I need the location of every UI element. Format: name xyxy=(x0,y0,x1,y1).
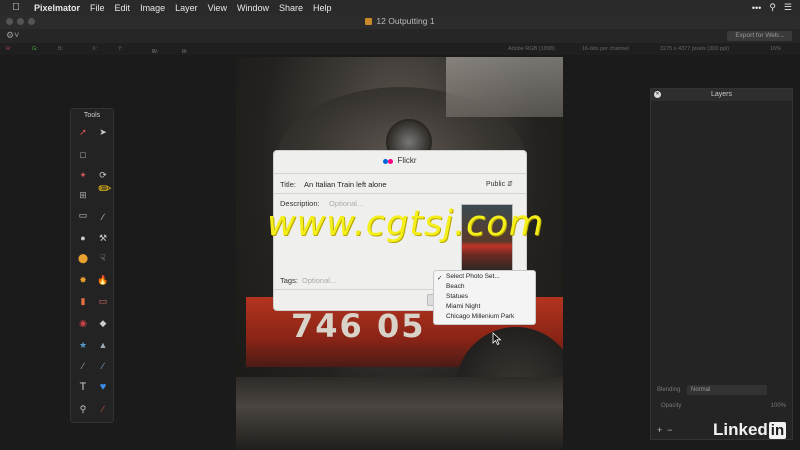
menu-window[interactable]: Window xyxy=(237,3,269,13)
remove-layer-icon[interactable]: − xyxy=(667,425,672,435)
photoset-option[interactable]: Select Photo Set... xyxy=(446,272,500,282)
triangle-tool-icon[interactable]: ▲ xyxy=(97,339,109,351)
toolbar: ⚙˅ Export for Web... xyxy=(0,29,800,43)
eyedropper-tool-icon[interactable]: ∕ xyxy=(97,403,109,415)
menu-app[interactable]: Pixelmator xyxy=(34,3,80,13)
sponge-tool-icon[interactable]: ⬤ xyxy=(77,252,89,264)
dialog-title: Flickr xyxy=(397,156,417,165)
checkmark-icon: ✓ xyxy=(437,275,443,282)
rect-select-tool-icon[interactable]: □ xyxy=(77,149,89,161)
roof-window xyxy=(446,57,563,117)
image-dimensions: 3275 x 4377 pixels (300 ppi) xyxy=(660,46,730,52)
layers-header: ✕ Layers xyxy=(651,89,792,101)
linkedin-logo: Linked in xyxy=(713,420,787,439)
bit-depth: 16-bits per channel xyxy=(582,46,629,52)
watermark-text: www.cgtsj.com xyxy=(267,204,544,244)
document-title: 12 Outputting 1 xyxy=(0,16,800,26)
opacity-label: Opacity xyxy=(661,403,682,409)
divider xyxy=(274,173,526,174)
more-icon[interactable]: ••• xyxy=(752,3,761,13)
add-layer-icon[interactable]: + xyxy=(657,425,662,435)
photoset-option[interactable]: Statues xyxy=(446,292,468,302)
layers-title: Layers xyxy=(710,91,732,98)
shape-heart-tool-icon[interactable]: ♥ xyxy=(97,381,109,393)
blending-select[interactable]: Normal xyxy=(687,385,767,395)
menu-file[interactable]: File xyxy=(90,3,105,13)
apple-icon[interactable]:  xyxy=(10,2,22,13)
document-icon xyxy=(365,18,373,25)
tags-input[interactable]: Optional... xyxy=(302,276,336,285)
tools-palette: Tools ➚ ➤ □ ✦ ⟳ ⊞ ✏ ▭ ∕ ● ⚒ ⬤ ☟ ✸ 🔥 ▮ ▭ … xyxy=(70,108,114,423)
menu-help[interactable]: Help xyxy=(313,3,332,13)
sharpen-tool-icon[interactable]: ◆ xyxy=(97,317,109,329)
g-channel-icon: G: xyxy=(32,46,38,52)
opacity-value[interactable]: 100% xyxy=(771,403,786,409)
crop-tool-icon[interactable]: ⊞ xyxy=(77,189,89,201)
stamp-tool-icon[interactable]: ⚒ xyxy=(97,232,109,244)
heal-tool-icon[interactable]: ▮ xyxy=(77,295,89,307)
blending-label: Blending xyxy=(657,387,681,393)
brush-tool-icon[interactable]: ∕ xyxy=(97,211,109,223)
close-icon[interactable]: ✕ xyxy=(654,91,661,98)
locomotive-number: 746 05 xyxy=(291,307,426,345)
window-titlebar: 12 Outputting 1 xyxy=(0,15,800,29)
menu-image[interactable]: Image xyxy=(140,3,165,13)
r-channel-icon: R: xyxy=(6,46,12,52)
tools-title: Tools xyxy=(83,112,101,119)
bucket-tool-icon[interactable]: ● xyxy=(77,232,89,244)
red-eye-tool-icon[interactable]: ◉ xyxy=(77,317,89,329)
privacy-select[interactable]: Public ⇵ xyxy=(486,180,513,188)
updown-chevron-icon: ⇵ xyxy=(507,181,513,188)
zoom-tool-icon[interactable]: ⚲ xyxy=(77,403,89,415)
gear-icon[interactable]: ⚙˅ xyxy=(6,30,19,41)
menu-layer[interactable]: Layer xyxy=(175,3,198,13)
pen-tool-icon[interactable]: ∕ xyxy=(77,360,89,372)
y-coord-icon: Y: xyxy=(118,46,123,52)
layers-panel: ✕ Layers Blending Normal Opacity 100% + … xyxy=(650,88,793,440)
title-label: Title: xyxy=(280,180,296,189)
search-icon[interactable]: ⚲ xyxy=(769,2,776,13)
tags-label: Tags: xyxy=(280,276,298,285)
photoset-option[interactable]: Chicago Millenium Park xyxy=(446,312,514,322)
zoom-level: 16% xyxy=(770,46,782,52)
dodge-tool-icon[interactable]: 🔥 xyxy=(97,274,109,286)
photoset-dropdown-menu: ✓ Select Photo Set... Beach Statues Miam… xyxy=(433,270,536,325)
smudge-tool-icon[interactable]: ☟ xyxy=(97,252,109,264)
info-bar: R: G: B: X: Y: W: 0 H: 0 Adobe RGB (1998… xyxy=(0,43,800,55)
freeform-pen-tool-icon[interactable]: ∕ xyxy=(97,360,109,372)
flickr-logo-icon xyxy=(383,157,394,166)
title-input[interactable]: An Italian Train left alone xyxy=(304,180,387,189)
color-profile: Adobe RGB (1998) xyxy=(508,46,555,52)
x-coord-icon: X: xyxy=(92,46,98,52)
list-icon[interactable]: ☰ xyxy=(784,2,792,13)
blur-tool-icon[interactable]: ★ xyxy=(77,339,89,351)
magic-wand-tool-icon[interactable]: ✦ xyxy=(77,169,89,181)
move-tool-icon[interactable]: ➤ xyxy=(97,126,109,138)
menu-edit[interactable]: Edit xyxy=(115,3,131,13)
menu-view[interactable]: View xyxy=(208,3,227,13)
lasso-tool-icon[interactable]: ⟳ xyxy=(97,169,109,181)
arrange-tool-icon[interactable]: ➚ xyxy=(77,126,89,138)
photoset-option[interactable]: Miami Night xyxy=(446,302,480,312)
dialog-header: Flickr xyxy=(274,156,526,166)
menu-share[interactable]: Share xyxy=(279,3,303,13)
layer-buttons: + − xyxy=(657,425,673,435)
export-for-web-button[interactable]: Export for Web... xyxy=(727,31,792,41)
divider xyxy=(274,193,526,194)
rails xyxy=(236,377,563,450)
b-channel-icon: B: xyxy=(58,46,64,52)
text-tool-icon[interactable]: T xyxy=(77,381,89,393)
photoset-option[interactable]: Beach xyxy=(446,282,464,292)
menu-bar:  Pixelmator File Edit Image Layer View … xyxy=(0,0,800,15)
pencil-tool-icon[interactable]: ✏ xyxy=(95,182,115,204)
eraser-tool-icon[interactable]: ▭ xyxy=(77,209,89,221)
burn-tool-icon[interactable]: ✸ xyxy=(77,274,89,286)
bandage-tool-icon[interactable]: ▭ xyxy=(97,295,109,307)
mouse-cursor-icon xyxy=(492,332,502,345)
